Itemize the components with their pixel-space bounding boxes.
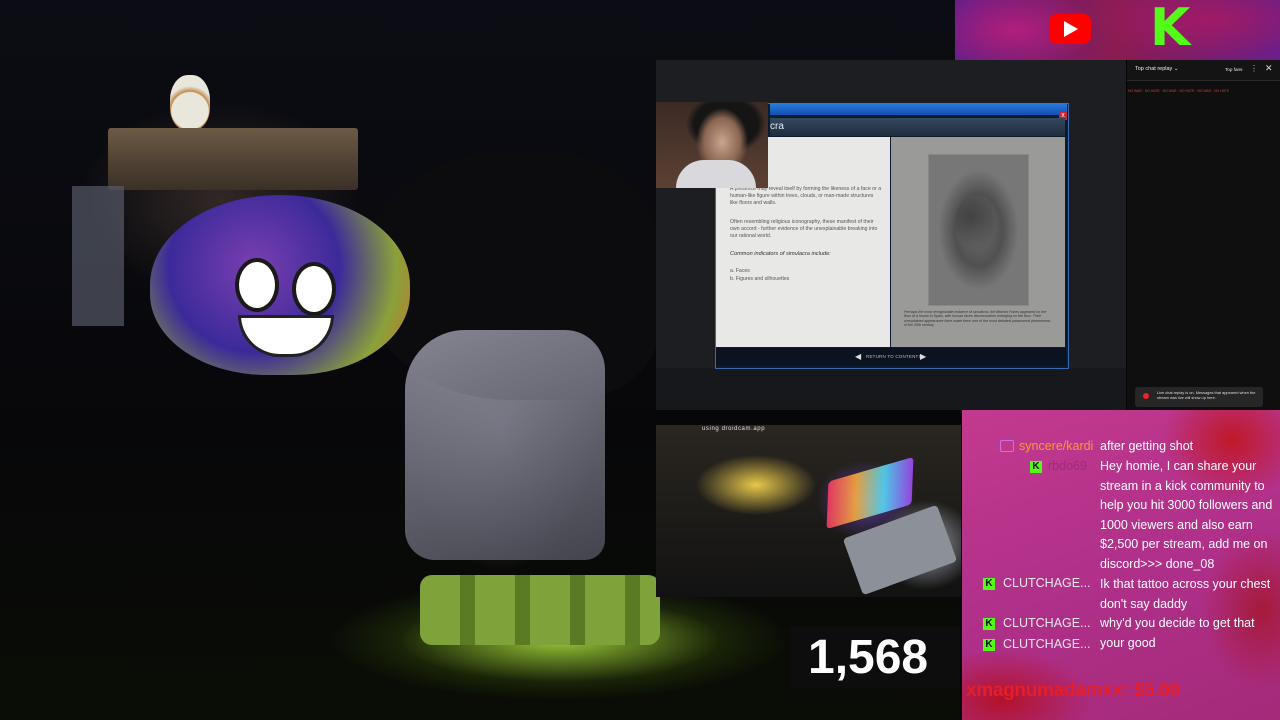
bb8-figure: [170, 75, 210, 130]
chat-username: CLUTCHAGE...: [1003, 616, 1091, 630]
previous-page-icon[interactable]: ◀: [855, 352, 861, 361]
kick-logo-icon: K: [1150, 0, 1191, 58]
page-header: [770, 118, 1065, 136]
shelf: [72, 186, 124, 326]
indicator-item: a. Faces: [730, 268, 750, 274]
phone-cam-label: using droidcam.app: [702, 426, 766, 432]
game-window-titlebar: [770, 103, 1067, 115]
live-dot-icon: [1143, 393, 1149, 399]
return-to-contents-button[interactable]: RETURN TO CONTENTS: [866, 354, 922, 359]
top-fans-toggle[interactable]: Top fans: [1225, 67, 1242, 72]
social-banner: [955, 0, 1280, 60]
dresser: [108, 128, 358, 190]
chat-username: rbdo69: [1048, 459, 1087, 473]
kick-badge-icon: K: [983, 618, 995, 630]
donation-alert: xmagnumadamxx: $5.00: [966, 680, 1180, 701]
youtube-play-icon: [1064, 21, 1078, 37]
chat-message: why'd you decide to get that: [1100, 616, 1255, 630]
dumbbells: [420, 575, 660, 645]
plush-eye-right: [292, 262, 336, 316]
kick-badge-icon: K: [1030, 461, 1042, 473]
chat-username: CLUTCHAGE...: [1003, 576, 1091, 590]
kick-badge-icon: K: [983, 639, 995, 651]
chat-replay-title[interactable]: Top chat replay ⌄: [1135, 66, 1178, 72]
page-title: cra: [770, 121, 784, 132]
chat-badge-icon: [1000, 440, 1014, 452]
screen-share-bottom-bar: [656, 368, 1126, 410]
chat-replay-panel: [1127, 60, 1280, 410]
close-icon[interactable]: ✕: [1265, 63, 1273, 74]
more-options-icon[interactable]: ⋮: [1250, 64, 1258, 73]
chat-replay-ticker: NO WAR · NO HATE · NO WAR · NO HATE · NO…: [1128, 89, 1229, 93]
chat-replay-notice-text: Live chat replay is on. Messages that ap…: [1157, 390, 1256, 400]
plush-eye-left: [235, 258, 279, 312]
chat-message: Hey homie, I can share your stream in a …: [1100, 459, 1273, 571]
viewer-count: 1,568: [808, 631, 929, 684]
chat-username: syncere/kardi: [1019, 439, 1094, 453]
paragraph-1: A presence may reveal itself by forming …: [730, 186, 882, 206]
pillow: [405, 330, 605, 560]
face-cam-shirt: [676, 160, 756, 188]
chat-message: your good: [1100, 636, 1156, 650]
indicator-item: b. Figures and silhouettes: [730, 276, 790, 282]
chat-username: CLUTCHAGE...: [1003, 637, 1091, 651]
indicators-heading: Common indicators of simulacra include:: [730, 251, 831, 257]
photo-caption: Perhaps the most recognizable instance o…: [904, 310, 1051, 327]
next-page-icon[interactable]: ▶: [920, 352, 926, 361]
kick-badge-icon: K: [983, 578, 995, 590]
paragraph-2: Often resembling religious iconography, …: [730, 219, 878, 239]
chat-message: Ik that tattoo across your chest don't s…: [1100, 577, 1271, 611]
photo-face-stain: [955, 195, 995, 250]
chat-message: after getting shot: [1100, 439, 1194, 453]
